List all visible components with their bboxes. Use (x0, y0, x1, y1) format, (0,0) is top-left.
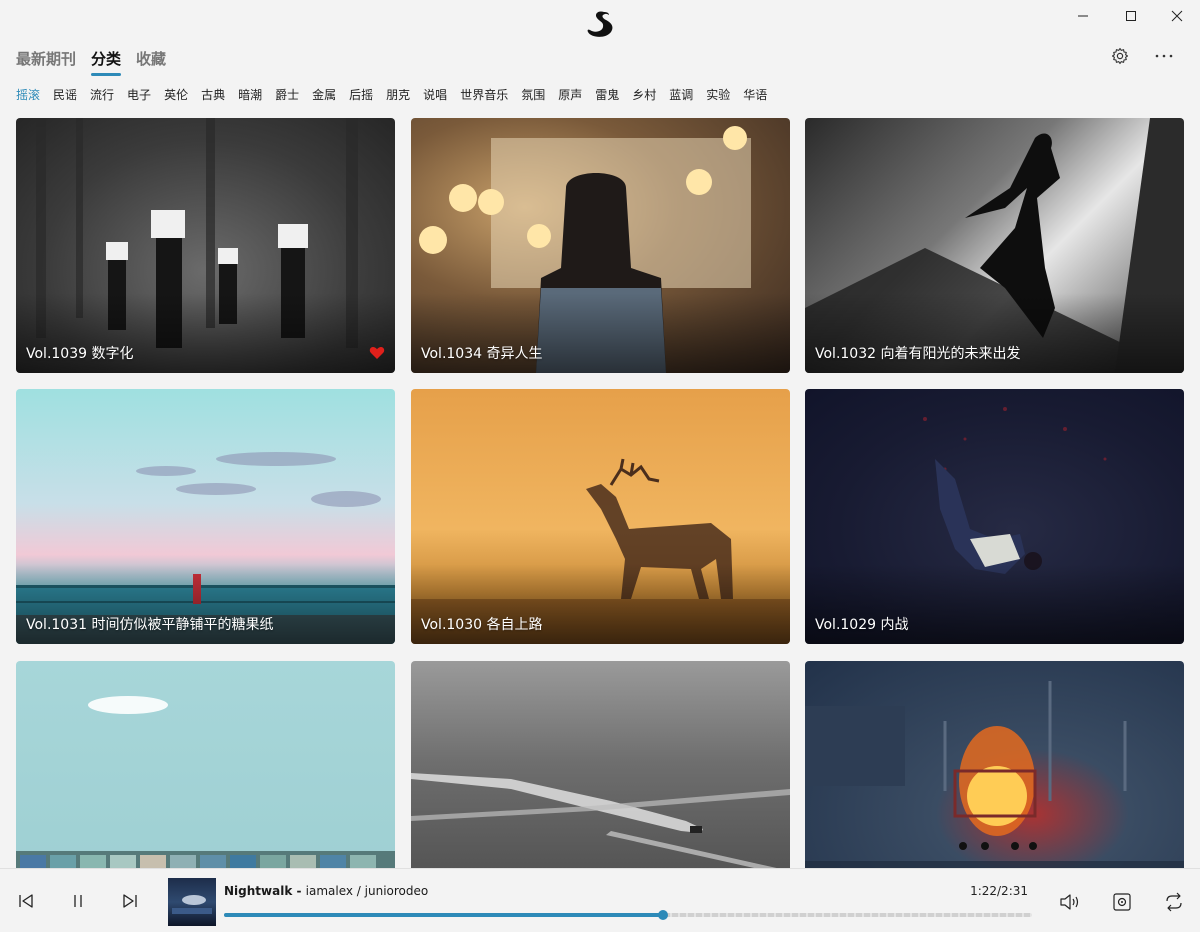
player-bar: Nightwalk - iamalex / juniorodeo 1:22/2:… (0, 868, 1200, 932)
title-bar (0, 0, 1200, 40)
volume-card[interactable]: Vol.1032 向着有阳光的未来出发 (805, 118, 1184, 373)
genre-item[interactable]: 原声 (558, 86, 582, 103)
volume-card[interactable]: Vol.1034 奇异人生 (411, 118, 790, 373)
card-title: Vol.1030 各自上路 (421, 617, 543, 633)
more-icon (1155, 54, 1173, 58)
previous-icon (19, 894, 33, 908)
volume-grid: Vol.1039 数字化 Vol.1034 奇异人生 Vol.1032 向着有阳… (16, 118, 1184, 868)
main-tabs: 最新期刊 分类 收藏 (16, 48, 166, 76)
genre-item[interactable]: 华语 (743, 86, 767, 103)
volume-button[interactable] (1057, 889, 1083, 915)
minimize-icon (1078, 15, 1088, 17)
maximize-button[interactable] (1108, 0, 1154, 32)
previous-button[interactable] (14, 889, 38, 913)
minimize-button[interactable] (1060, 0, 1106, 32)
genre-item[interactable]: 世界音乐 (460, 86, 508, 103)
card-title: Vol.1039 数字化 (26, 346, 134, 362)
close-icon (1171, 10, 1183, 22)
card-title: Vol.1032 向着有阳光的未来出发 (815, 346, 1021, 362)
song-title: Nightwalk (224, 884, 293, 898)
genre-item[interactable]: 朋克 (386, 86, 410, 103)
volume-card[interactable] (805, 661, 1184, 868)
genre-item[interactable]: 英伦 (164, 86, 188, 103)
genre-item[interactable]: 暗潮 (238, 86, 262, 103)
track-separator: - (292, 884, 306, 898)
genre-item[interactable]: 金属 (312, 86, 336, 103)
repeat-button[interactable] (1161, 889, 1187, 915)
close-button[interactable] (1154, 0, 1200, 32)
genre-item[interactable]: 乡村 (632, 86, 656, 103)
volume-card[interactable]: Vol.1039 数字化 (16, 118, 395, 373)
pause-icon (74, 895, 82, 907)
card-title: Vol.1031 时间仿似被平静铺平的糖果纸 (26, 617, 274, 633)
genre-bar: 摇滚 民谣 流行 电子 英伦 古典 暗潮 爵士 金属 后摇 朋克 说唱 世界音乐… (16, 86, 780, 103)
maximize-icon (1126, 11, 1136, 21)
volume-card[interactable]: Vol.1029 内战 (805, 389, 1184, 644)
card-title: Vol.1029 内战 (815, 617, 909, 633)
play-mode-icon (1113, 893, 1131, 911)
album-cover[interactable] (168, 878, 216, 926)
card-title: Vol.1034 奇异人生 (421, 346, 543, 362)
next-icon (123, 894, 137, 908)
playback-time: 1:22/2:31 (970, 884, 1028, 898)
tab-favorites[interactable]: 收藏 (136, 48, 166, 74)
volume-card[interactable] (16, 661, 395, 868)
repeat-icon (1166, 892, 1182, 912)
genre-item[interactable]: 民谣 (53, 86, 77, 103)
volume-card[interactable]: Vol.1031 时间仿似被平静铺平的糖果纸 (16, 389, 395, 644)
genre-item[interactable]: 氛围 (521, 86, 545, 103)
track-info: Nightwalk - iamalex / juniorodeo (224, 884, 428, 898)
gear-icon (1111, 47, 1129, 65)
genre-item[interactable]: 爵士 (275, 86, 299, 103)
genre-item[interactable]: 蓝调 (669, 86, 693, 103)
tab-latest[interactable]: 最新期刊 (16, 48, 76, 74)
genre-item[interactable]: 电子 (127, 86, 151, 103)
genre-item[interactable]: 摇滚 (16, 86, 40, 103)
progress-thumb[interactable] (657, 910, 668, 920)
next-button[interactable] (118, 889, 142, 913)
volume-card[interactable]: Vol.1030 各自上路 (411, 389, 790, 644)
progress-fill (224, 913, 663, 917)
genre-item[interactable]: 后摇 (349, 86, 373, 103)
volume-icon (1060, 894, 1079, 910)
genre-item[interactable]: 实验 (706, 86, 730, 103)
volume-card[interactable] (411, 661, 790, 868)
more-button[interactable] (1152, 44, 1176, 68)
heart-icon[interactable] (369, 346, 385, 360)
genre-item[interactable]: 古典 (201, 86, 225, 103)
cover-image (172, 895, 212, 914)
genre-item[interactable]: 流行 (90, 86, 114, 103)
progress-bar[interactable] (224, 910, 1032, 920)
settings-button[interactable] (1108, 44, 1132, 68)
song-artists: iamalex / juniorodeo (305, 884, 429, 898)
tab-category[interactable]: 分类 (91, 48, 122, 76)
genre-item[interactable]: 雷鬼 (595, 86, 619, 103)
pause-button[interactable] (66, 889, 90, 913)
swan-logo-icon (584, 8, 616, 44)
genre-item[interactable]: 说唱 (423, 86, 447, 103)
play-mode-button[interactable] (1109, 889, 1135, 915)
